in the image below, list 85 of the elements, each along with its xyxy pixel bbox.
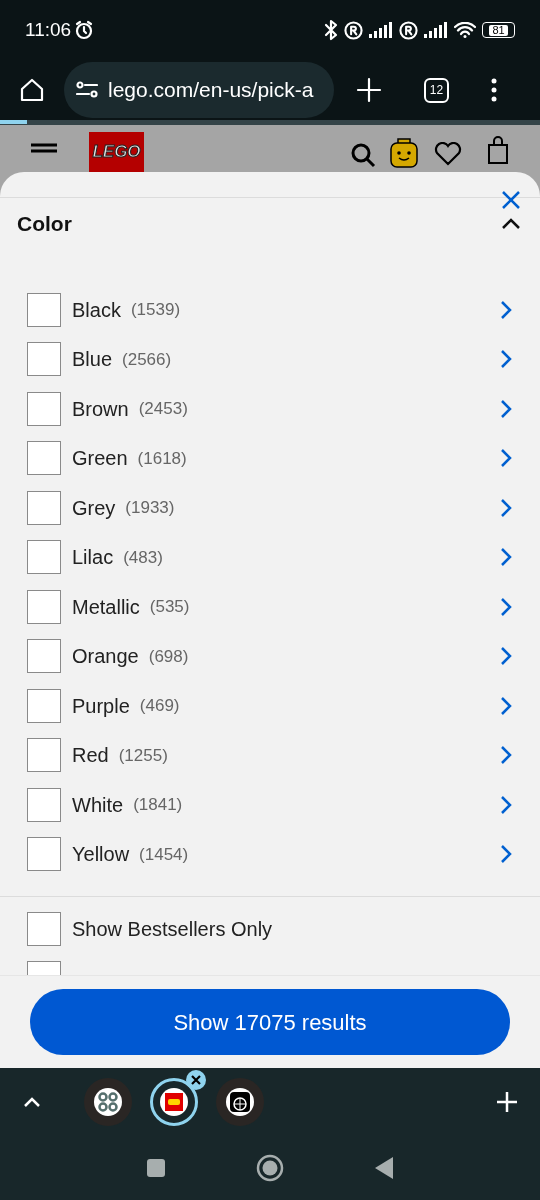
option-label[interactable]: Yellow <box>72 839 130 870</box>
option-label[interactable]: Green <box>72 443 128 474</box>
roaming-icon <box>399 20 418 40</box>
tab-count-button[interactable]: 12 <box>424 77 449 103</box>
option-count: (698) <box>148 645 189 668</box>
option-count: (1255) <box>118 744 168 767</box>
brick-icon <box>160 1087 188 1116</box>
search-icon[interactable] <box>350 142 376 168</box>
option-label[interactable]: Brown <box>72 393 129 424</box>
checkbox[interactable] <box>27 342 61 377</box>
checkbox[interactable] <box>27 540 61 575</box>
option-count: (2453) <box>138 398 188 420</box>
chevron-right-icon[interactable] <box>500 646 512 667</box>
option-count: (1539) <box>130 299 181 321</box>
close-icon <box>501 190 521 210</box>
chevron-right-icon[interactable] <box>500 497 512 518</box>
checkbox[interactable] <box>27 391 61 426</box>
address-bar[interactable]: lego.com/en-us/pick-a <box>64 62 334 118</box>
checkbox[interactable] <box>27 490 61 525</box>
heart-icon[interactable] <box>434 142 462 166</box>
option-label[interactable]: Purple <box>72 690 130 721</box>
tab-group-item[interactable] <box>84 1077 132 1126</box>
chevron-right-icon[interactable] <box>500 794 512 815</box>
filter-title: Color <box>17 211 72 238</box>
checkbox[interactable] <box>27 787 61 822</box>
signal-icon <box>369 22 393 38</box>
option-label[interactable]: Black <box>72 294 121 325</box>
home-icon <box>18 76 46 104</box>
home-button[interactable] <box>18 76 46 104</box>
option-count: (535) <box>149 596 190 618</box>
show-results-button[interactable]: Show 17075 results <box>30 989 510 1055</box>
bluetooth-icon <box>324 19 338 41</box>
option-count: (469) <box>139 695 180 717</box>
checkbox[interactable] <box>27 639 61 674</box>
checkbox[interactable] <box>27 688 61 723</box>
option-label[interactable]: White <box>72 789 124 820</box>
chevron-right-icon[interactable] <box>500 398 512 419</box>
add-tab-icon[interactable] <box>496 1090 518 1113</box>
tab-group-item[interactable] <box>216 1077 264 1126</box>
site-settings-icon[interactable] <box>76 81 98 99</box>
option-count: (2566) <box>122 348 172 371</box>
roaming-icon <box>344 20 363 40</box>
signal-icon <box>424 22 448 38</box>
checkbox[interactable] <box>27 738 61 773</box>
chevron-right-icon[interactable] <box>500 596 512 617</box>
back-button[interactable] <box>374 1155 394 1180</box>
option-label[interactable]: Show Bestsellers Only <box>72 914 273 944</box>
option-label[interactable]: Red <box>72 740 109 771</box>
chevron-right-icon[interactable] <box>500 745 512 766</box>
option-label[interactable]: Blue <box>72 344 113 375</box>
chevron-right-icon[interactable] <box>500 448 512 469</box>
option-count: (1841) <box>133 794 183 816</box>
checkbox[interactable] <box>27 837 61 872</box>
chevron-right-icon[interactable] <box>500 299 512 320</box>
wifi-icon <box>454 22 476 38</box>
bag-icon[interactable] <box>486 136 510 164</box>
chevron-right-icon[interactable] <box>500 844 512 865</box>
option-count: (1618) <box>137 447 187 470</box>
option-label[interactable]: Grey <box>72 492 116 523</box>
option-count: (1933) <box>125 497 175 519</box>
recents-button[interactable] <box>146 1157 166 1178</box>
checkbox[interactable] <box>27 589 61 624</box>
option-label[interactable]: Orange <box>72 641 139 672</box>
chevron-right-icon[interactable] <box>500 349 512 370</box>
home-nav-button[interactable] <box>256 1153 284 1182</box>
progress-indicator <box>0 120 27 124</box>
checkbox[interactable] <box>27 292 61 327</box>
more-menu-button[interactable] <box>491 78 497 102</box>
checkbox[interactable] <box>27 912 61 946</box>
close-tab-icon[interactable] <box>186 1069 206 1090</box>
option-label[interactable]: Lilac <box>72 542 114 573</box>
account-icon[interactable] <box>390 138 418 168</box>
battery-indicator: 81 <box>482 22 515 38</box>
new-tab-button[interactable] <box>356 77 382 103</box>
option-count: (1454) <box>139 843 189 866</box>
option-label[interactable]: Metallic <box>72 591 140 622</box>
option-count: (483) <box>123 546 163 569</box>
close-button[interactable] <box>501 190 521 210</box>
url-text: lego.com/en-us/pick-a <box>108 77 314 104</box>
status-time: 11:06 <box>25 17 72 42</box>
chevron-right-icon[interactable] <box>500 695 512 716</box>
checkbox[interactable] <box>27 441 61 476</box>
chevron-right-icon[interactable] <box>500 547 512 568</box>
menu-icon[interactable] <box>30 142 58 154</box>
alarm-icon <box>74 20 95 40</box>
